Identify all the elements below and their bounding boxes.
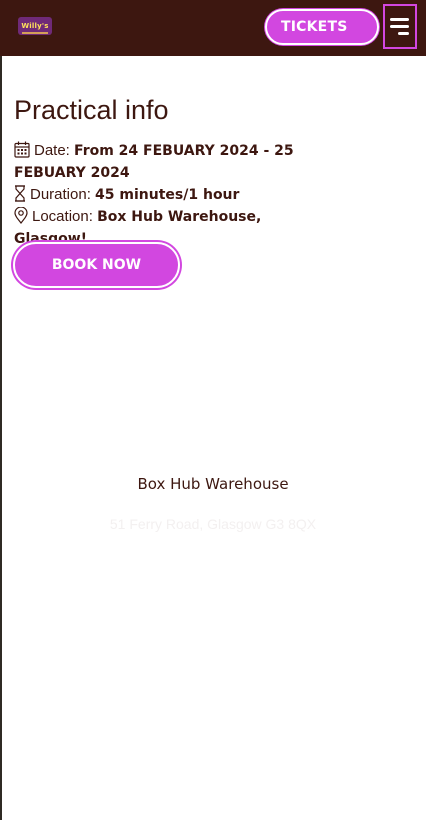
calendar-icon <box>14 141 30 158</box>
menu-line <box>398 32 409 35</box>
logo-underline <box>22 32 48 34</box>
menu-line <box>390 25 409 28</box>
logo-text: Willy's <box>21 21 49 30</box>
section-title: Practical info <box>14 95 169 125</box>
duration-value: 45 minutes/1 hour <box>95 187 240 203</box>
location-label: Location: <box>32 208 93 225</box>
menu-line <box>390 18 409 21</box>
duration-info: Duration: 45 minutes/1 hour <box>14 184 334 206</box>
hamburger-icon[interactable] <box>383 4 417 49</box>
tickets-button[interactable]: TICKETS <box>265 9 379 45</box>
hourglass-icon <box>15 185 25 202</box>
venue-address: 51 Ferry Road, Glasgow G3 8QX <box>109 516 317 532</box>
book-now-button[interactable]: BOOK NOW <box>13 242 180 288</box>
page-edge <box>0 0 2 820</box>
date-label: Date: <box>34 142 70 159</box>
duration-label: Duration: <box>30 186 91 203</box>
location-pin-icon <box>14 207 28 224</box>
date-info: Date: From 24 FEBUARY 2024 - 25 FEBUARY … <box>14 140 334 184</box>
venue-name: Box Hub Warehouse <box>137 475 289 493</box>
site-logo[interactable]: Willy's <box>18 17 52 35</box>
site-header: Willy's TICKETS <box>0 0 426 56</box>
